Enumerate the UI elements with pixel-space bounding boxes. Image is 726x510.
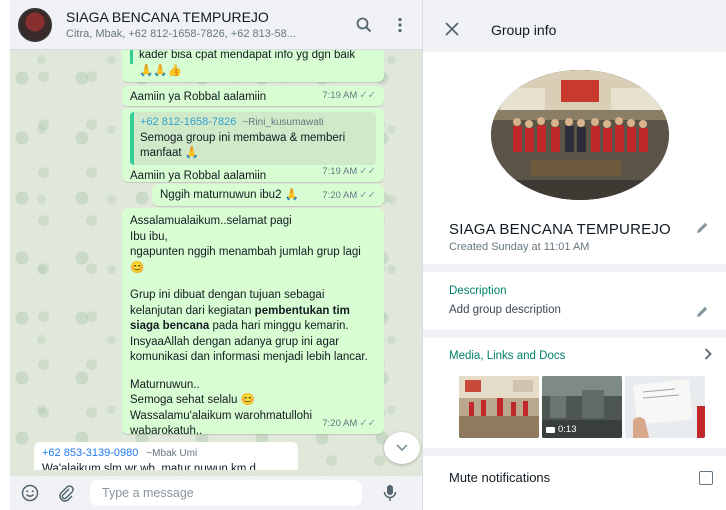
message-text: Aamiin ya Robbal aalamiin: [130, 91, 267, 103]
message-bubble-incoming[interactable]: +62 853-3139-0980 ~Mbak Umi Wa'alaikum sl…: [34, 442, 298, 470]
message-time: 7:20 AM ✓✓: [322, 189, 376, 201]
compose-bar: [10, 476, 422, 510]
message-text: Wa'alaikum slm wr wb, matur nuwun km d: [42, 462, 256, 471]
read-ticks-icon: ✓✓: [359, 89, 376, 101]
video-duration: 0:13: [558, 424, 577, 435]
group-created-date: Created Sunday at 11:01 AM: [449, 241, 590, 253]
chat-title: SIAGA BENCANA TEMPUREJO: [66, 9, 269, 25]
sender-number[interactable]: +62 853-3139-0980: [42, 447, 138, 459]
video-camera-icon: [546, 426, 555, 433]
media-thumbnail[interactable]: [459, 376, 539, 438]
message-line: Semoga sehat selalu 😊: [130, 394, 255, 406]
message-bubble[interactable]: Nggih maturnuwun ibu2 🙏 7:20 AM ✓✓: [152, 184, 384, 206]
chevron-down-icon: [396, 441, 408, 455]
group-photo[interactable]: [491, 70, 669, 200]
mute-notifications-label: Mute notifications: [449, 470, 551, 485]
read-ticks-icon: ✓✓: [359, 189, 376, 201]
description-section[interactable]: [423, 272, 726, 330]
read-ticks-icon: ✓✓: [359, 417, 376, 429]
video-duration-badge: 0:13: [546, 424, 577, 435]
video-thumbnail[interactable]: 0:13: [542, 376, 622, 438]
message-time: 7:20 AM ✓✓: [322, 417, 376, 429]
menu-dots-icon[interactable]: [386, 11, 414, 39]
quote-sender-number: +62 812-1658-7826: [140, 116, 237, 128]
description-value[interactable]: Add group description: [449, 304, 561, 316]
message-line: ngapunten nggih menambah jumlah grup lag…: [130, 246, 361, 274]
media-links-docs-label[interactable]: Media, Links and Docs: [449, 350, 565, 362]
message-bubble[interactable]: kader bisa cpat mendapat info yg dgn bai…: [122, 50, 384, 82]
media-thumbnail[interactable]: [625, 376, 705, 438]
chevron-right-icon[interactable]: [704, 347, 712, 363]
pencil-icon[interactable]: [695, 305, 709, 322]
description-label: Description: [449, 285, 507, 297]
message-bubble[interactable]: Aamiin ya Robbal aalamiin 7:19 AM ✓✓: [122, 86, 384, 106]
message-text: kader bisa cpat mendapat info yg dgn bai…: [130, 50, 376, 64]
message-bubble[interactable]: +62 812-1658-7826 ~Rini_kusumawati Semoga…: [122, 108, 384, 182]
chat-header[interactable]: SIAGA BENCANA TEMPUREJO Citra, Mbak, +62…: [10, 0, 422, 50]
message-paragraph: Grup ini dibuat dengan tujuan sebagai ke…: [130, 289, 368, 363]
message-text: Nggih maturnuwun ibu2 🙏: [160, 189, 299, 201]
message-bubble[interactable]: Assalamualaikum..selamat pagi Ibu ibu, n…: [122, 208, 384, 437]
message-line: Assalamualaikum..selamat pagi: [130, 215, 292, 227]
quoted-message[interactable]: +62 812-1658-7826 ~Rini_kusumawati Semoga…: [130, 112, 376, 165]
close-icon[interactable]: [445, 20, 465, 41]
message-time: 7:19 AM ✓✓: [322, 165, 376, 177]
message-line: Ibu ibu,: [130, 230, 168, 243]
message-text: Aamiin ya Robbal aalamiin: [130, 169, 267, 182]
group-info-header: Group info: [423, 10, 726, 50]
search-icon[interactable]: [350, 11, 378, 39]
emoji-icon[interactable]: [16, 479, 44, 507]
group-info-title: Group info: [491, 22, 557, 38]
group-name: SIAGA BENCANA TEMPUREJO: [449, 221, 671, 238]
chat-panel: SIAGA BENCANA TEMPUREJO Citra, Mbak, +62…: [10, 0, 422, 510]
mic-icon[interactable]: [376, 479, 404, 507]
group-info-panel: Group info SIAGA BENCANA TEMPUREJO Creat…: [422, 0, 726, 510]
message-time: 7:19 AM ✓✓: [322, 89, 376, 101]
chat-members: Citra, Mbak, +62 812-1658-7826, +62 813-…: [66, 28, 296, 40]
message-input[interactable]: [90, 480, 362, 506]
quote-sender-name: ~Rini_kusumawati: [242, 117, 324, 128]
sender-name: ~Mbak Umi: [146, 448, 198, 459]
message-emoji: 🙏🙏👍: [139, 64, 182, 77]
pencil-icon[interactable]: [695, 221, 709, 238]
read-ticks-icon: ✓✓: [359, 165, 376, 177]
message-list[interactable]: kader bisa cpat mendapat info yg dgn bai…: [10, 50, 422, 470]
message-line: Maturnuwun..: [130, 378, 200, 391]
quote-text: Semoga group ini membawa & memberi manfa…: [140, 131, 346, 160]
attach-icon[interactable]: [52, 479, 80, 507]
group-avatar[interactable]: [18, 7, 52, 42]
scroll-down-button[interactable]: [384, 432, 420, 464]
chat-title-block[interactable]: SIAGA BENCANA TEMPUREJO Citra, Mbak, +62…: [66, 9, 342, 40]
mute-notifications-checkbox[interactable]: [699, 471, 713, 485]
